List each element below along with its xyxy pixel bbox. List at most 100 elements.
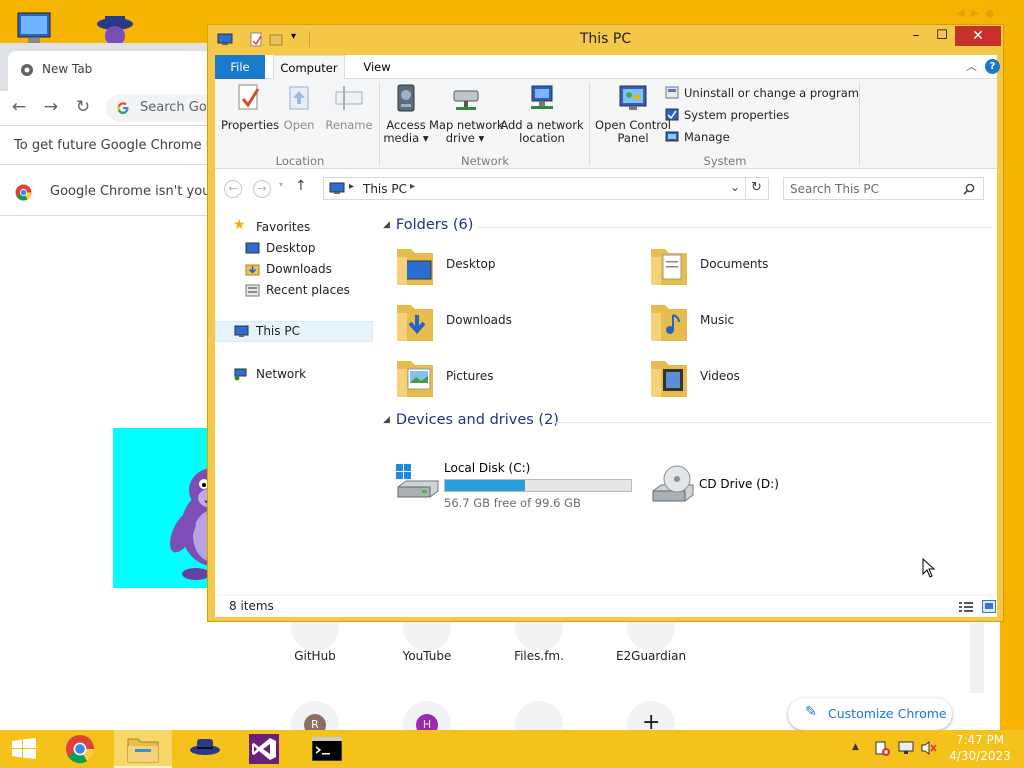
address-bar[interactable]: ▸ This PC ▸ ⌄ ↻ xyxy=(323,177,769,200)
collapse-triangle-icon[interactable]: ◢ xyxy=(383,415,390,425)
map-network-drive-button[interactable]: Map network drive ▾ xyxy=(429,83,504,145)
refresh-icon[interactable]: ↻ xyxy=(751,180,762,195)
recent-locations-icon[interactable]: ▾ xyxy=(279,180,283,189)
folder-name: Videos xyxy=(700,369,740,383)
folders-section-header[interactable]: ◢ Folders (6) xyxy=(383,217,473,233)
folder-item-downloads[interactable]: Downloads xyxy=(393,297,633,349)
taskbar-clock[interactable]: 7:47 PM 4/30/2023 xyxy=(940,732,1020,764)
ribbon-collapse-icon[interactable]: ︿ xyxy=(966,58,977,74)
search-icon[interactable] xyxy=(963,183,975,195)
breadcrumb-chevron-icon[interactable]: ▸ xyxy=(410,181,415,192)
nav-label: Network xyxy=(256,367,307,381)
folder-name: Desktop xyxy=(446,257,496,271)
action-center-icon[interactable] xyxy=(874,740,890,756)
uninstall-program-button[interactable]: Uninstall or change a program xyxy=(665,86,859,100)
shortcut-label[interactable]: E2Guardian xyxy=(606,649,696,663)
help-icon[interactable]: ? xyxy=(985,59,1000,74)
content-pane: ◢ Folders (6) Desktop Documents Downloads… xyxy=(373,207,997,595)
pencil-icon: ✎ xyxy=(805,704,817,720)
nav-item-favorites[interactable]: ★ Favorites xyxy=(215,217,373,238)
open-button[interactable]: Open xyxy=(279,83,319,135)
close-button[interactable]: ✕ xyxy=(955,26,1001,46)
tab-view[interactable]: View xyxy=(357,55,397,79)
shortcut-label[interactable]: YouTube xyxy=(382,649,472,663)
add-network-location-button[interactable]: Add a network location xyxy=(500,83,584,145)
shortcut-label[interactable]: GitHub xyxy=(270,649,360,663)
taskbar-command-prompt[interactable] xyxy=(298,730,356,768)
reload-icon[interactable]: ↻ xyxy=(72,97,94,117)
folder-item-music[interactable]: Music xyxy=(647,297,887,349)
details-view-icon[interactable] xyxy=(959,601,973,612)
folder-item-documents[interactable]: Documents xyxy=(647,241,887,293)
drive-item-d[interactable]: CD Drive (D:) xyxy=(645,461,845,511)
taskbar-chrome[interactable] xyxy=(52,730,110,768)
folder-name: Documents xyxy=(700,257,769,271)
forward-arrow-icon[interactable]: → xyxy=(40,97,62,117)
search-box[interactable] xyxy=(783,177,984,200)
rename-icon xyxy=(335,86,363,110)
taskbar-file-explorer[interactable] xyxy=(114,730,172,768)
collapse-triangle-icon[interactable]: ◢ xyxy=(383,220,390,230)
properties-button[interactable]: Properties xyxy=(221,83,280,135)
recent-places-icon xyxy=(245,284,260,297)
access-media-button[interactable]: Access media ▾ xyxy=(383,83,429,145)
up-arrow-icon[interactable]: ↑ xyxy=(295,178,307,194)
tab-file[interactable]: File xyxy=(215,55,265,79)
tab-computer[interactable]: Computer xyxy=(273,55,345,80)
rename-button[interactable]: Rename xyxy=(321,83,377,135)
customize-chrome-button[interactable]: ✎ Customize Chrome xyxy=(788,698,952,730)
star-icon: ★ xyxy=(233,217,246,233)
breadcrumb-chevron-icon[interactable]: ▸ xyxy=(349,181,354,192)
system-properties-button[interactable]: System properties xyxy=(665,108,789,122)
address-dropdown-icon[interactable]: ⌄ xyxy=(730,180,740,194)
nav-item-this-pc[interactable]: This PC xyxy=(215,321,373,342)
breadcrumb-this-pc[interactable]: This PC xyxy=(363,182,407,196)
windows-logo-icon xyxy=(12,738,36,759)
nav-label: Desktop xyxy=(266,241,316,255)
folder-item-desktop[interactable]: Desktop xyxy=(393,241,633,293)
nav-item-desktop[interactable]: Desktop xyxy=(215,238,373,259)
omnibox-placeholder: Search Goo xyxy=(140,100,215,115)
cd-drive-icon xyxy=(652,465,694,502)
network-status-icon[interactable] xyxy=(897,740,915,756)
devices-section-header[interactable]: ◢ Devices and drives (2) xyxy=(383,412,559,428)
start-button[interactable] xyxy=(0,730,48,768)
taskbar-bonzi[interactable] xyxy=(176,730,234,768)
open-control-panel-button[interactable]: Open Control Panel xyxy=(595,83,671,145)
nav-item-recent-places[interactable]: Recent places xyxy=(215,280,373,301)
this-pc-icon xyxy=(234,325,249,337)
taskbar-visual-studio[interactable] xyxy=(236,730,294,768)
chrome-tab-new-tab[interactable]: New Tab xyxy=(8,51,218,91)
control-panel-label-2: Panel xyxy=(617,131,649,145)
rename-label: Rename xyxy=(325,118,373,132)
folder-item-videos[interactable]: Videos xyxy=(647,353,887,405)
explorer-titlebar[interactable]: ▾ This PC – ☐ ✕ xyxy=(208,25,1003,54)
volume-muted-icon[interactable] xyxy=(920,740,938,756)
map-network-drive-icon xyxy=(453,90,479,110)
access-media-label-2: media ▾ xyxy=(383,131,429,145)
properties-icon xyxy=(238,84,260,110)
system-group-label: System xyxy=(703,154,747,168)
manage-button[interactable]: Manage xyxy=(665,130,730,144)
shortcut-label[interactable]: Files.fm. xyxy=(494,649,584,663)
forward-button[interactable]: → xyxy=(253,180,271,198)
large-icons-view-icon[interactable] xyxy=(982,600,996,613)
folder-item-pictures[interactable]: Pictures xyxy=(393,353,633,405)
ribbon-computer: Properties Open Rename Location Access m… xyxy=(215,79,997,169)
properties-label: Properties xyxy=(221,118,280,132)
clock-time: 7:47 PM xyxy=(955,733,1005,747)
this-pc-icon xyxy=(329,182,345,194)
nav-label: This PC xyxy=(256,324,300,338)
show-hidden-icons-icon[interactable]: ▲ xyxy=(852,742,859,752)
drive-free-space: 56.7 GB free of 99.6 GB xyxy=(444,496,581,510)
nav-item-downloads[interactable]: Downloads xyxy=(215,259,373,280)
access-media-icon xyxy=(397,84,415,112)
nav-item-network[interactable]: Network xyxy=(215,364,373,385)
minimize-button[interactable]: – xyxy=(903,26,929,46)
back-button[interactable]: ← xyxy=(224,180,242,198)
back-arrow-icon[interactable]: ← xyxy=(8,97,30,117)
maximize-button[interactable]: ☐ xyxy=(929,26,955,46)
search-input[interactable] xyxy=(790,181,960,197)
chrome-scrollbar[interactable] xyxy=(970,623,984,693)
drive-item-c[interactable]: Local Disk (C:) 56.7 GB free of 99.6 GB xyxy=(390,461,635,511)
